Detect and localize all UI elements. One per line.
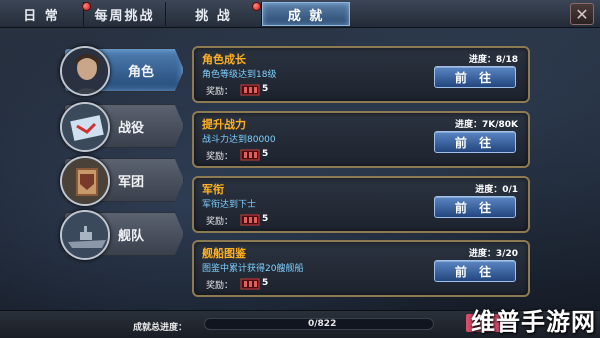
reward-item-icon [240, 84, 260, 96]
tab-achievements[interactable]: 成 就 [262, 2, 350, 26]
notification-dot-icon [252, 2, 261, 11]
reward-item-icon [240, 149, 260, 161]
notification-dot-icon [82, 2, 91, 11]
tab-challenge[interactable]: 挑 战 [166, 2, 262, 26]
achievement-progress: 进度：7K/80K [454, 120, 518, 130]
warship-icon [60, 210, 110, 260]
achievement-description: 图鉴中累计获得20艘舰船 [202, 264, 304, 274]
nav-label-campaign: 战役 [118, 120, 145, 136]
achievement-card: 军衔 军衔达到下士 奖励： 5 进度：0/1 前 往 [192, 176, 530, 233]
reward-count: 5 [262, 84, 269, 94]
achievement-description: 角色等级达到18级 [202, 70, 277, 80]
go-button[interactable]: 前 往 [434, 131, 516, 153]
achievement-card: 提升战力 战斗力达到80000 奖励： 5 进度：7K/80K 前 往 [192, 111, 530, 168]
achievement-card: 舰船图鉴 图鉴中累计获得20艘舰船 奖励： 5 进度：3/20 前 往 [192, 240, 530, 297]
nav-label-legion: 军团 [118, 174, 145, 190]
go-button[interactable]: 前 往 [434, 196, 516, 218]
reward-item-icon [240, 214, 260, 226]
reward-label: 奖励： [206, 281, 234, 291]
tab-daily[interactable]: 日 常 [0, 2, 84, 26]
reward-count: 5 [262, 278, 269, 288]
close-icon: ✕ [575, 4, 589, 24]
reward-label: 奖励： [206, 87, 234, 97]
nav-label-character: 角色 [128, 64, 155, 80]
tab-weekly-challenge[interactable]: 每周挑战 [84, 2, 166, 26]
reward-label: 奖励： [206, 152, 234, 162]
total-progress-label: 成就总进度： [133, 323, 188, 333]
achievement-description: 战斗力达到80000 [202, 135, 276, 145]
achievement-progress: 进度：3/20 [468, 249, 518, 259]
achievement-card: 角色成长 角色等级达到18级 奖励： 5 进度：8/18 前 往 [192, 46, 530, 103]
total-progress-value: 0/822 [308, 319, 337, 329]
reward-item-icon [240, 278, 260, 290]
achievement-title: 提升战力 [202, 118, 246, 131]
achievement-progress: 进度：8/18 [468, 55, 518, 65]
reward-count: 5 [262, 214, 269, 224]
watermark: 维普手游网 [471, 308, 596, 336]
close-button[interactable]: ✕ [570, 3, 594, 25]
go-button[interactable]: 前 往 [434, 66, 516, 88]
achievement-description: 军衔达到下士 [202, 200, 257, 210]
commander-portrait-icon [60, 46, 110, 96]
achievement-progress: 进度：0/1 [475, 185, 518, 195]
map-scroll-icon [60, 102, 110, 152]
reward-count: 5 [262, 149, 269, 159]
achievement-title: 角色成长 [202, 53, 246, 66]
reward-label: 奖励： [206, 217, 234, 227]
go-button[interactable]: 前 往 [434, 260, 516, 282]
achievement-title: 军衔 [202, 183, 224, 196]
legion-flag-icon [60, 156, 110, 206]
nav-label-fleet: 舰队 [118, 228, 145, 244]
achievement-title: 舰船图鉴 [202, 247, 246, 260]
